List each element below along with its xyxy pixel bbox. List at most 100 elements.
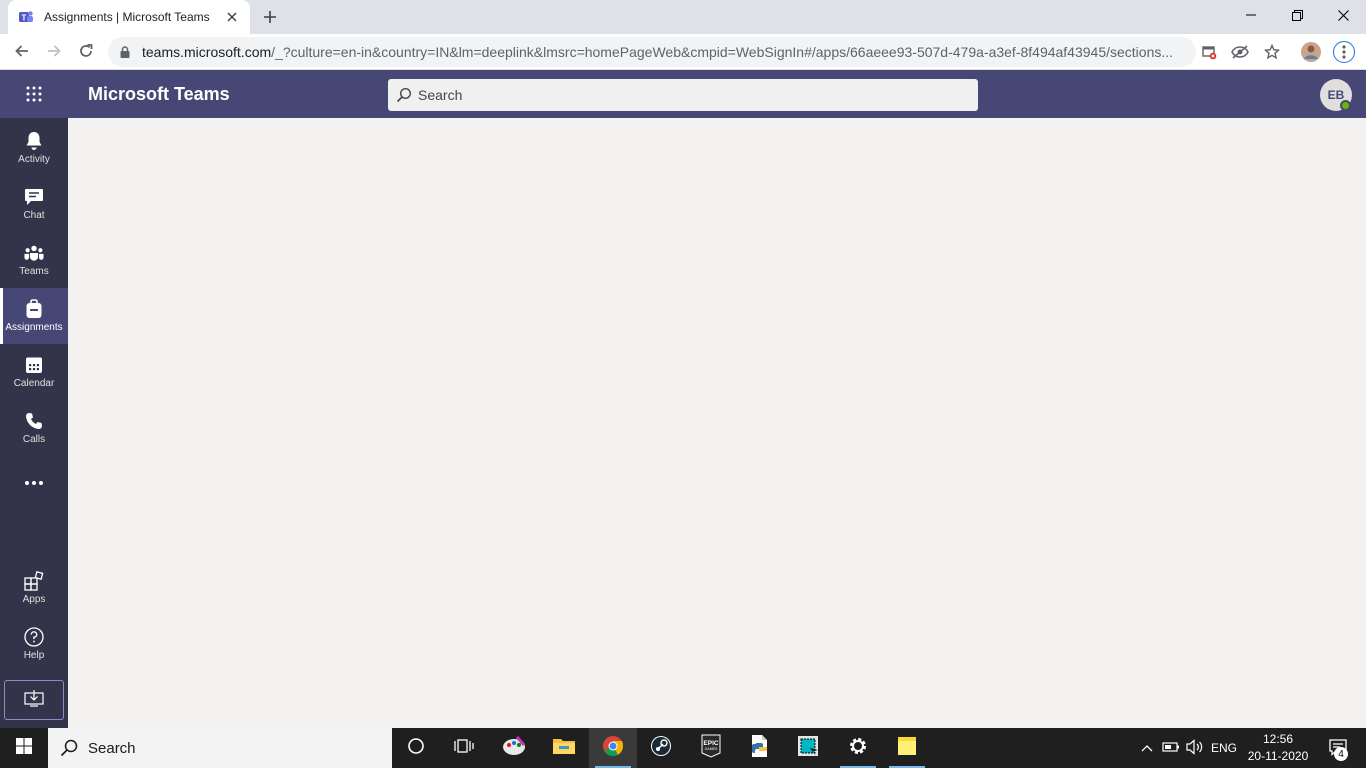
teams-header: Microsoft Teams EB [0,70,1366,118]
forward-button[interactable] [40,37,68,65]
phone-icon [24,411,44,431]
taskbar-app-epic-games[interactable]: EPIC GAMES [687,728,735,768]
rail-item-help[interactable]: Help [0,616,68,672]
restore-button[interactable] [1274,0,1320,30]
taskbar-search-text: Search [88,739,136,757]
chat-icon [24,187,44,207]
volume-icon [1186,738,1204,758]
rail-label: Calls [22,434,46,445]
blocked-popup-icon[interactable] [1198,41,1220,63]
app-rail: Activity Chat Teams Assignments Calendar… [0,118,68,728]
taskbar-app-paint[interactable] [490,728,538,768]
more-icon [24,473,44,493]
rail-item-calls[interactable]: Calls [0,400,68,456]
apps-icon [24,571,44,591]
cortana-button[interactable] [392,728,440,768]
close-window-button[interactable] [1320,0,1366,30]
rail-item-calendar[interactable]: Calendar [0,344,68,400]
app-title: Microsoft Teams [88,84,230,104]
rail-item-activity[interactable]: Activity [0,120,68,176]
bell-icon [24,131,44,151]
taskbar-app-sticky-notes[interactable] [883,728,931,768]
eye-off-icon[interactable] [1229,41,1251,63]
bookmark-star-icon[interactable] [1261,41,1283,63]
rail-item-chat[interactable]: Chat [0,176,68,232]
rail-item-more[interactable] [0,456,68,512]
teams-favicon-icon: T [18,9,34,25]
lock-icon[interactable] [118,45,132,59]
taskbar-app-python[interactable] [736,728,784,768]
rail-label: Apps [22,594,46,605]
app-launcher-icon[interactable] [20,80,48,108]
back-button[interactable] [8,37,36,65]
rail-label: Assignments [5,322,63,333]
rail-item-assignments[interactable]: Assignments [0,288,68,344]
calendar-icon [24,355,44,375]
cortana-circle-icon [407,737,425,760]
browser-toolbar: teams.microsoft.com/_?culture=en-in&coun… [0,34,1366,70]
url-text: teams.microsoft.com/_?culture=en-in&coun… [142,44,1173,60]
clock-time: 12:56 [1262,732,1294,746]
download-icon [24,689,44,712]
task-view-button[interactable] [440,728,488,768]
windows-taskbar: Search EPIC GAMES ENG 12:56 20-11-2020 4 [0,728,1366,768]
rail-label: Help [23,650,45,661]
python-file-icon [749,734,771,763]
task-view-icon [454,737,474,760]
battery-button[interactable] [1160,728,1182,768]
folder-icon [552,736,576,761]
search-icon [396,87,412,103]
windows-logo-icon [16,737,32,759]
clock-date: 20-11-2020 [1247,749,1309,763]
rail-label: Chat [23,210,45,221]
clock[interactable]: 12:56 20-11-2020 [1242,731,1314,765]
rail-label: Teams [19,266,49,277]
teams-search-box[interactable] [388,79,978,111]
rail-label: Calendar [13,378,55,389]
url-host: teams.microsoft.com [142,44,272,60]
address-bar[interactable]: teams.microsoft.com/_?culture=en-in&coun… [108,37,1196,67]
epic-games-icon: EPIC GAMES [701,734,721,763]
minimize-button[interactable] [1228,0,1274,30]
chrome-icon [602,735,624,762]
rail-item-apps[interactable]: Apps [0,560,68,616]
taskbar-app-file-explorer[interactable] [540,728,588,768]
sticky-notes-icon [897,736,917,761]
taskbar-app-steam[interactable] [637,728,685,768]
main-content-area [68,118,1366,728]
download-app-button[interactable] [4,680,64,720]
browser-tabstrip: T Assignments | Microsoft Teams [0,0,1366,34]
taskbar-search-box[interactable]: Search [48,728,392,768]
search-input[interactable] [418,87,958,103]
new-tab-button[interactable] [258,5,282,29]
backpack-icon [24,299,44,319]
rail-item-teams[interactable]: Teams [0,232,68,288]
language-indicator[interactable]: ENG [1208,728,1240,768]
teams-icon [24,243,44,263]
show-hidden-icons-button[interactable] [1138,728,1156,768]
notification-count-badge: 4 [1334,747,1348,761]
profile-avatar-icon[interactable] [1300,41,1322,63]
volume-button[interactable] [1184,728,1206,768]
taskbar-app-settings[interactable] [834,728,882,768]
rail-label: Activity [18,154,50,165]
reload-button[interactable] [72,37,100,65]
taskbar-app-snipping[interactable] [784,728,832,768]
battery-icon [1162,741,1180,756]
close-tab-icon[interactable] [224,9,240,25]
paint-palette-icon [501,735,527,762]
browser-menu-icon[interactable] [1333,41,1355,63]
taskbar-app-chrome[interactable] [589,728,637,768]
snipping-tool-icon [796,734,820,763]
browser-tab[interactable]: T Assignments | Microsoft Teams [8,0,250,34]
start-button[interactable] [0,728,48,768]
svg-text:GAMES: GAMES [705,747,718,751]
svg-text:EPIC: EPIC [703,740,718,747]
url-path: /_?culture=en-in&country=IN&lm=deeplink&… [271,44,1174,60]
svg-text:T: T [22,14,27,23]
presence-status-badge [1340,100,1351,111]
steam-icon [650,735,672,762]
gear-icon [848,736,868,761]
tab-title: Assignments | Microsoft Teams [44,10,210,24]
chevron-up-icon [1141,741,1153,755]
